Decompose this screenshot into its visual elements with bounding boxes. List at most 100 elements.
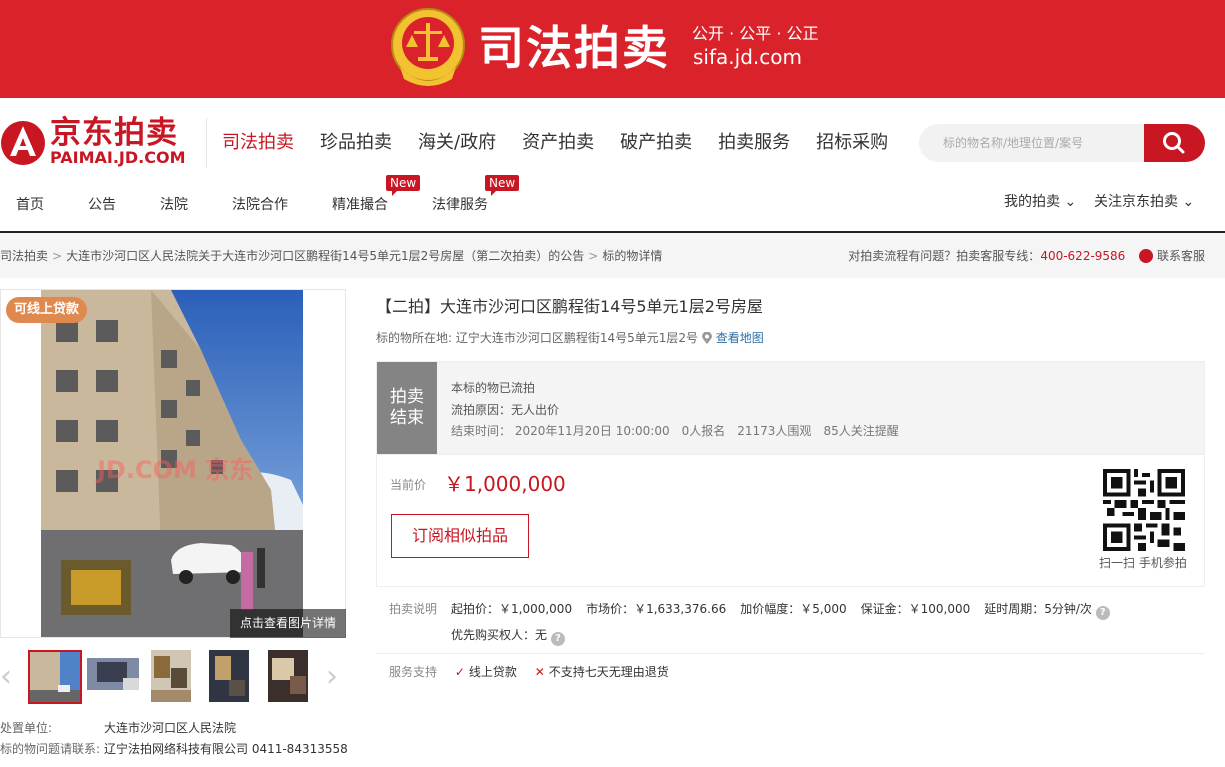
new-badge: New	[485, 175, 520, 196]
status-headline: 本标的物已流拍	[451, 381, 536, 395]
help-icon[interactable]: ?	[550, 632, 565, 646]
lot-location: 标的物所在地: 辽宁大连市沙河口区鹏程街14号5单元1层2号 查看地图	[376, 330, 764, 346]
deposit: 保证金：￥100,000	[860, 602, 971, 616]
chevron-down-icon: ⌄	[1064, 194, 1077, 210]
priority-buyer: 优先购买权人：无	[451, 628, 548, 642]
breadcrumb: 司法拍卖 > 大连市沙河口区人民法院关于大连市沙河口区鹏程街14号5单元1层2号房屋…	[0, 248, 662, 264]
service-label: 服务支持	[389, 665, 438, 679]
help-icon[interactable]: ?	[1095, 606, 1110, 620]
my-auction-label: 我的拍卖	[1004, 194, 1060, 210]
view-photo-details-link[interactable]: 点击查看图片详情	[230, 609, 346, 638]
rules-label: 拍卖说明	[389, 602, 438, 616]
breadcrumb-judicial[interactable]: 司法拍卖	[0, 249, 48, 263]
chevron-right-icon: >	[52, 249, 63, 263]
contact-label: 标的物问题请联系:	[0, 742, 101, 756]
follower-count: 85人关注提醒	[823, 424, 899, 438]
subnav-legal-services[interactable]: 法律服务	[432, 196, 488, 214]
hotline-label: 对拍卖流程有问题？拍卖客服专线：	[848, 249, 1041, 263]
chevron-right-icon: >	[588, 249, 599, 263]
disposal-unit-row: 处置单位: 大连市沙河口区人民法院	[0, 720, 236, 736]
price-box: 当前价 ￥1,000,000 订阅相似拍品 扫一扫 手机参拍	[376, 455, 1205, 587]
bid-increment: 加价幅度：￥5,000	[740, 602, 847, 616]
status-line-2: 结束	[390, 408, 424, 428]
no-return-service: 不支持七天无理由退货	[548, 665, 669, 679]
auction-status-box: 拍卖 结束 本标的物已流拍 流拍原因：无人出价 结束时间： 2020年11月20…	[376, 361, 1205, 455]
banner-url: sifa.jd.com	[693, 45, 802, 69]
nav-auction-service[interactable]: 拍卖服务	[718, 130, 790, 156]
contact-row: 标的物问题请联系: 辽宁法拍网络科技有限公司 0411-84313558	[0, 741, 348, 757]
view-map-link[interactable]: 查看地图	[716, 331, 764, 345]
online-loan-service: 线上贷款	[468, 665, 517, 679]
breadcrumb-current: 标的物详情	[602, 249, 663, 263]
online-loan-tag: 可线上贷款	[6, 297, 88, 323]
breadcrumb-announcement[interactable]: 大连市沙河口区人民法院关于大连市沙河口区鹏程街14号5单元1层2号房屋（第二次拍…	[66, 249, 584, 263]
subnav-home[interactable]: 首页	[16, 196, 44, 214]
nav-treasure-auction[interactable]: 珍品拍卖	[320, 130, 392, 156]
thumbnail[interactable]	[28, 650, 82, 704]
location-label: 标的物所在地:	[376, 331, 453, 345]
current-price-value: ￥1,000,000	[444, 472, 566, 496]
subnav-courts[interactable]: 法院	[160, 196, 188, 214]
end-time: 结束时间： 2020年11月20日 10:00:00	[451, 424, 670, 438]
disposal-unit-label: 处置单位:	[0, 721, 53, 735]
search-input[interactable]	[919, 124, 1119, 162]
starting-price: 起拍价：￥1,000,000	[451, 602, 573, 616]
nav-asset-auction[interactable]: 资产拍卖	[522, 130, 594, 156]
logo-divider	[206, 118, 207, 168]
current-price-label: 当前价	[390, 478, 427, 492]
map-pin-icon	[701, 331, 712, 344]
watermark: JD.COM 京东	[97, 456, 254, 484]
qr-caption: 扫一扫 手机参拍	[1099, 556, 1187, 570]
status-badge: 拍卖 结束	[377, 362, 437, 454]
subscribe-similar-button[interactable]: 订阅相似拍品	[391, 514, 529, 558]
check-icon: ✓	[454, 665, 465, 679]
status-meta: 结束时间： 2020年11月20日 10:00:00 0人报名 21173人围观 85…	[451, 423, 911, 439]
nav-customs-government[interactable]: 海关/政府	[418, 130, 496, 156]
chevron-right-icon[interactable]: ›	[326, 662, 338, 692]
delay-period: 延时周期：5分钟/次	[984, 602, 1092, 616]
qr-code-icon[interactable]	[1103, 469, 1185, 551]
banner-title: 司法拍卖	[478, 21, 670, 75]
service-support: 服务支持 ✓ 线上贷款 ✕ 不支持七天无理由退货	[389, 664, 683, 680]
top-banner: 司法拍卖 公开 · 公平 · 公正 sifa.jd.com	[0, 0, 1225, 98]
thumbnail[interactable]	[151, 650, 203, 702]
disposal-unit-value[interactable]: 大连市沙河口区人民法院	[104, 721, 236, 735]
contact-value: 辽宁法拍网络科技有限公司 0411-84313558	[104, 742, 348, 756]
chevron-down-icon: ⌄	[1182, 194, 1195, 210]
main-nav: 司法拍卖 珍品拍卖 海关/政府 资产拍卖 破产拍卖 拍卖服务 招标采购	[222, 130, 914, 156]
subnav-court-cooperation[interactable]: 法院合作	[232, 196, 288, 214]
jd-auction-logo-icon[interactable]	[0, 116, 46, 168]
main-photo[interactable]: JD.COM 京东	[0, 289, 346, 638]
nav-tender-procurement[interactable]: 招标采购	[816, 130, 888, 156]
thumbnail[interactable]	[268, 650, 320, 702]
search-box	[919, 124, 1145, 162]
lot-title: 【二拍】大连市沙河口区鹏程街14号5单元1层2号房屋	[376, 297, 763, 316]
cross-icon: ✕	[534, 665, 545, 679]
my-auction-menu[interactable]: 我的拍卖 ⌄	[1004, 193, 1076, 211]
subnav-announcements[interactable]: 公告	[88, 196, 116, 214]
nav-judicial-auction[interactable]: 司法拍卖	[222, 130, 294, 156]
priority-row: 优先购买权人：无 ?	[451, 627, 565, 646]
court-emblem-icon	[391, 8, 465, 86]
banner-slogan: 公开 · 公平 · 公正	[692, 24, 819, 43]
search-button[interactable]	[1144, 124, 1205, 162]
market-price: 市场价：￥1,633,376.66	[586, 602, 727, 616]
thumbnail[interactable]	[209, 650, 261, 702]
logo-text[interactable]: 京东拍卖	[50, 114, 178, 152]
location-value: 辽宁大连市沙河口区鹏程街14号5单元1层2号	[455, 331, 699, 345]
follow-menu[interactable]: 关注京东拍卖 ⌄	[1094, 193, 1194, 211]
thumbnail-strip	[0, 650, 350, 704]
thumbnail[interactable]	[87, 650, 139, 702]
view-count: 21173人围观	[737, 424, 812, 438]
logo-domain: PAIMAI.JD.COM	[50, 148, 186, 167]
breadcrumb-bar: 司法拍卖 > 大连市沙河口区人民法院关于大连市沙河口区鹏程街14号5单元1层2号房屋…	[0, 233, 1225, 278]
section-divider	[376, 653, 1205, 654]
search-icon	[1163, 132, 1185, 154]
follow-label: 关注京东拍卖	[1094, 194, 1178, 210]
contact-service-link[interactable]: 联系客服	[1157, 249, 1205, 263]
nav-bankruptcy-auction[interactable]: 破产拍卖	[620, 130, 692, 156]
subnav-precise-matching[interactable]: 精准撮合	[332, 196, 388, 214]
status-line-1: 拍卖	[390, 387, 424, 407]
hotline-number: 400-622-9586	[1040, 249, 1126, 263]
new-badge: New	[386, 175, 421, 196]
